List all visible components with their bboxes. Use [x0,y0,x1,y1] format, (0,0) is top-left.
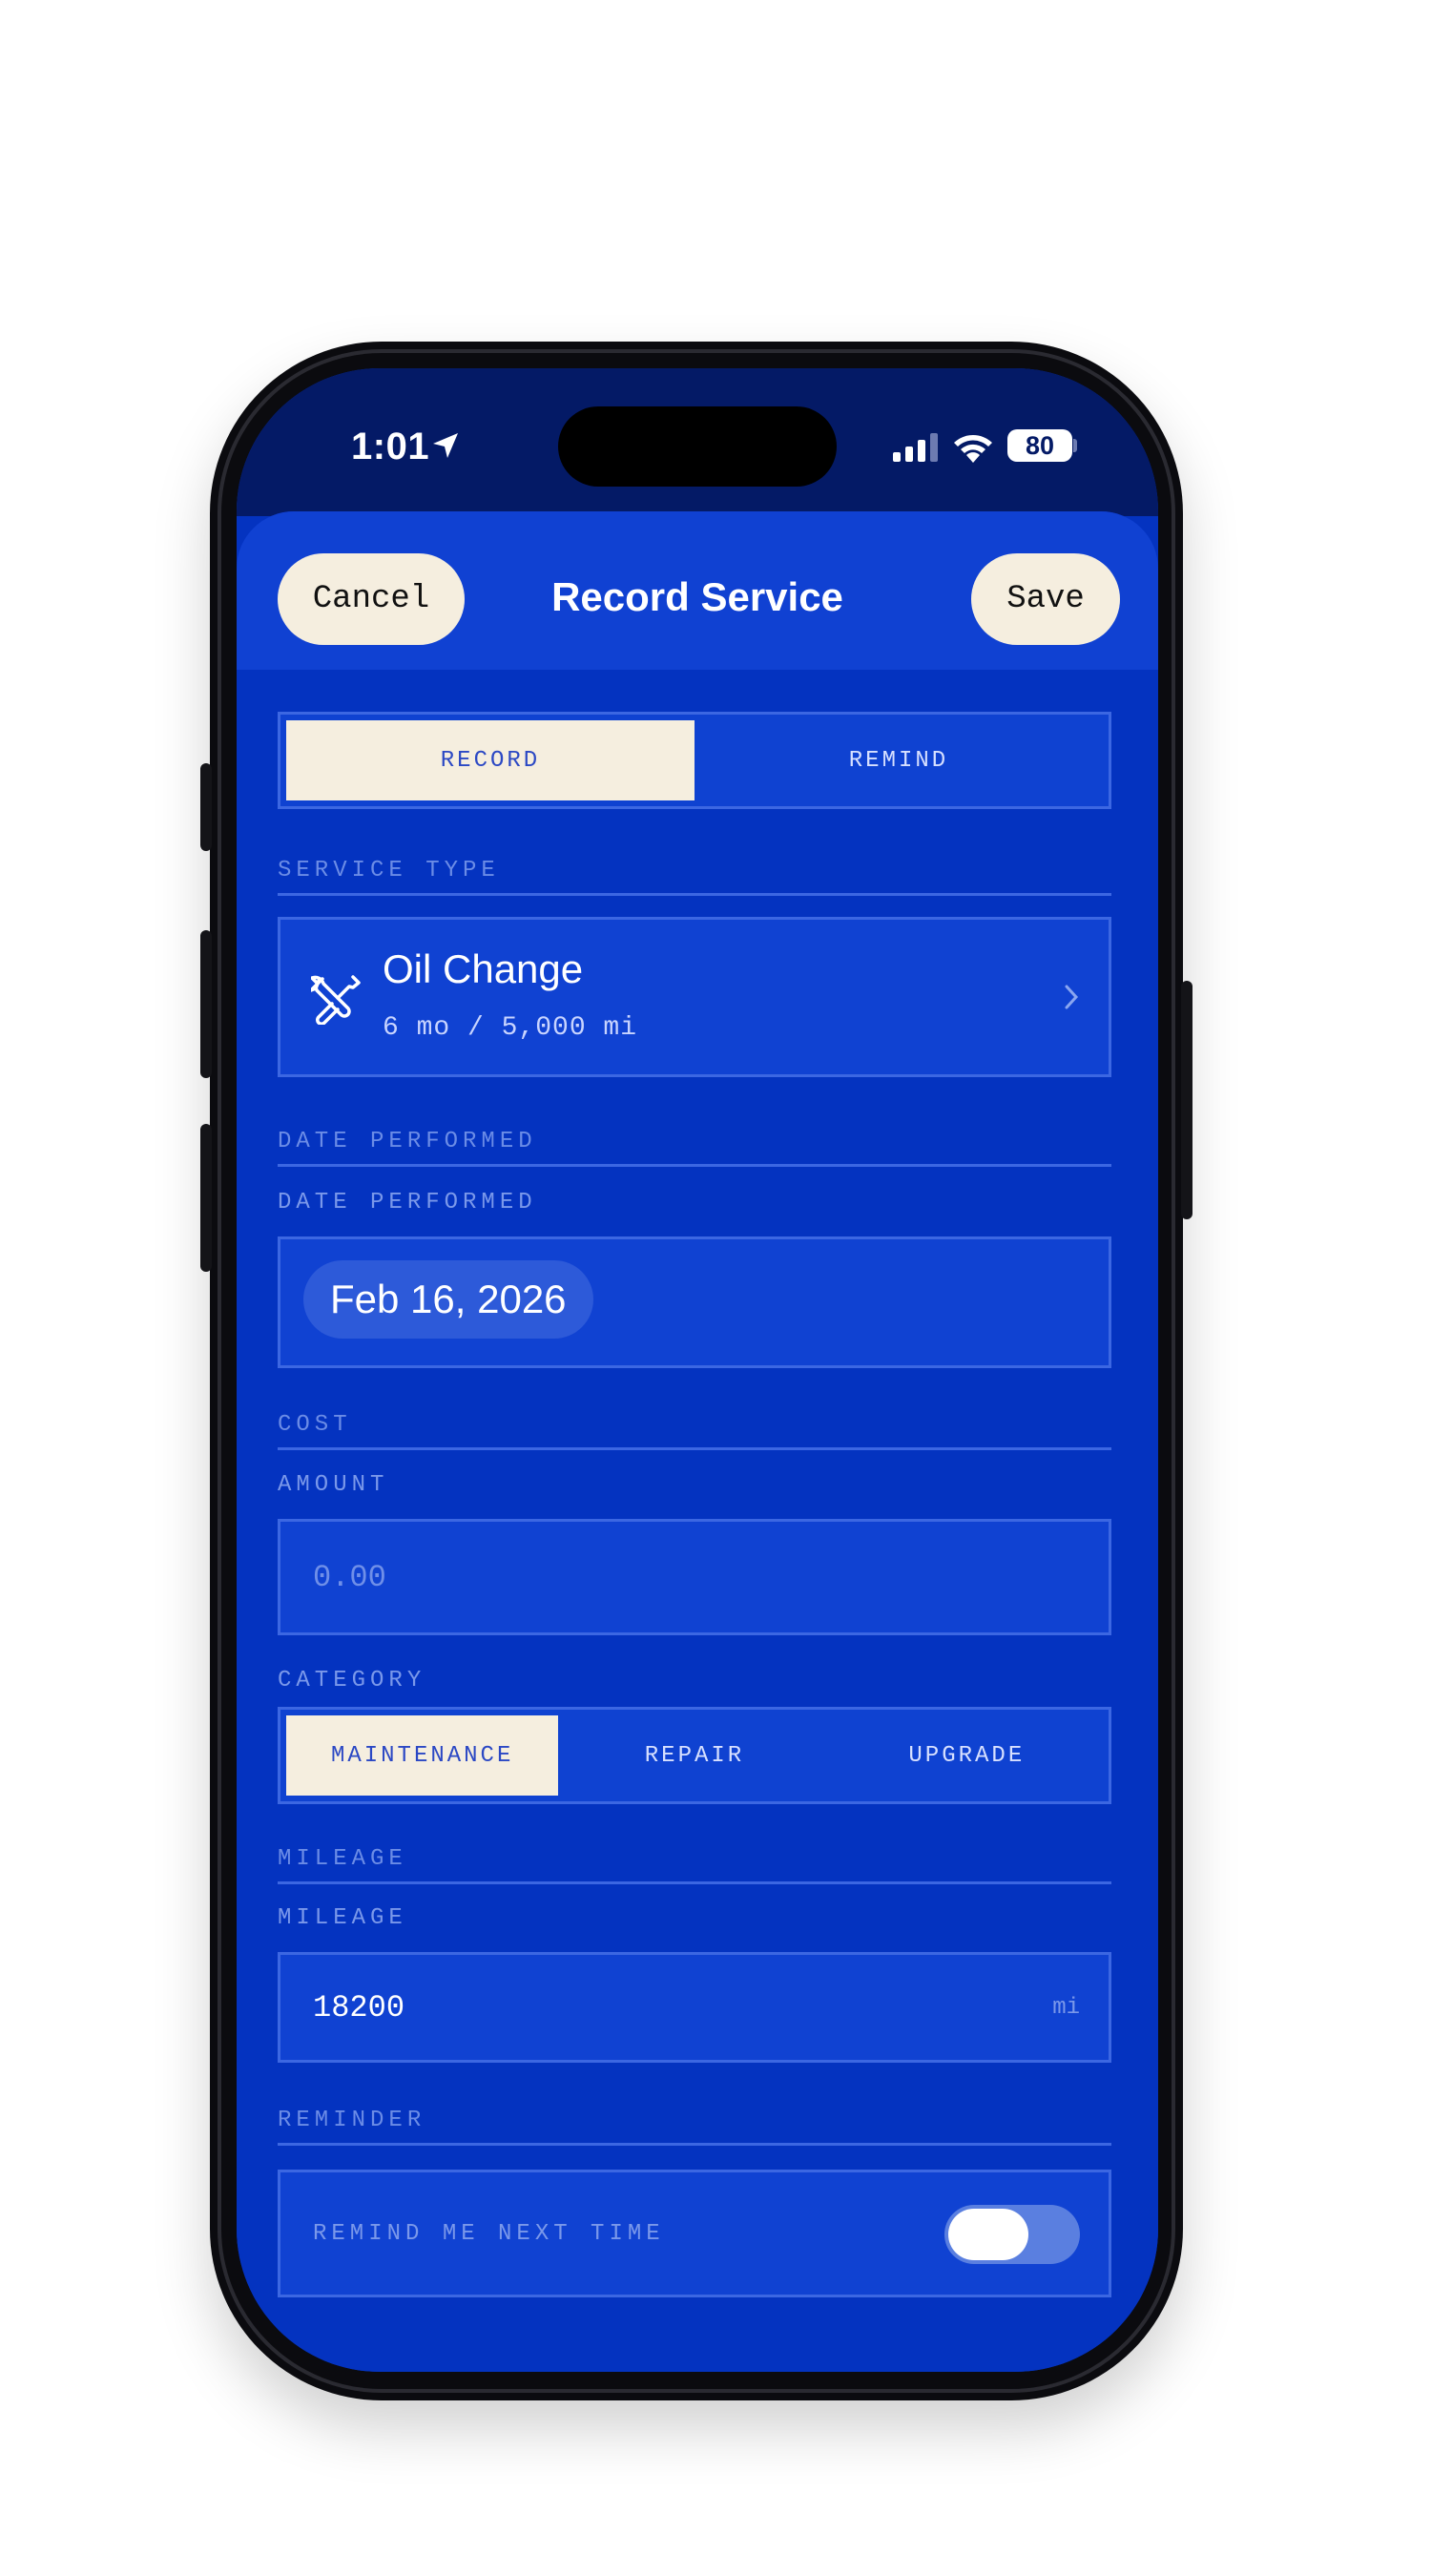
section-header-reminder: REMINDER [278,2108,1111,2146]
tab-record[interactable]: RECORD [286,720,695,800]
section-header-service-type: SERVICE TYPE [278,858,1111,896]
section-header-cost: COST [278,1412,1111,1450]
remind-me-label: REMIND ME NEXT TIME [313,2220,665,2247]
date-field-label: DATE PERFORMED [278,1190,537,1215]
amount-placeholder: 0.00 [313,1559,386,1595]
category-maintenance[interactable]: MAINTENANCE [286,1715,559,1796]
mileage-input[interactable]: 18200 mi [278,1952,1111,2063]
section-header-date: DATE PERFORMED [278,1129,1111,1167]
wifi-icon [954,435,992,463]
battery-cap [1073,439,1077,452]
mileage-value: 18200 [313,1989,405,2025]
tab-remind[interactable]: REMIND [695,720,1103,800]
remind-me-row: REMIND ME NEXT TIME [278,2170,1111,2297]
dynamic-island [558,406,837,487]
save-button[interactable]: Save [971,553,1120,645]
battery-indicator: 80 [1007,429,1072,462]
category-segmented-control: MAINTENANCE REPAIR UPGRADE [278,1707,1111,1804]
section-header-mileage: MILEAGE [278,1846,1111,1884]
record-service-sheet: Cancel Record Service Save RECORD REMIND… [237,511,1158,2372]
volume-up-button [200,930,212,1078]
amount-input[interactable]: 0.00 [278,1519,1111,1635]
status-bar: 1:01 80 [237,368,1158,516]
chevron-right-icon [1065,985,1079,1009]
screen: 1:01 80 Cancel Record Service Save RECOR… [237,368,1158,2372]
service-type-name: Oil Change [383,946,584,991]
toggle-knob [948,2209,1028,2260]
wrench-screwdriver-icon [311,975,361,1025]
category-repair[interactable]: REPAIR [558,1715,830,1796]
cellular-signal-icon [893,433,938,462]
remind-me-toggle[interactable] [944,2205,1080,2264]
date-field: Feb 16, 2026 [278,1236,1111,1368]
category-field-label: CATEGORY [278,1668,426,1693]
mileage-unit: mi [1052,1994,1080,2021]
action-button [200,763,212,851]
mode-segmented-control: RECORD REMIND [278,712,1111,809]
nav-bar: Cancel Record Service Save [237,511,1158,670]
service-type-picker[interactable]: Oil Change 6 mo / 5,000 mi [278,917,1111,1077]
service-type-interval: 6 mo / 5,000 mi [383,1013,638,1043]
status-time: 1:01 [351,426,430,467]
location-arrow-icon [433,433,458,458]
category-upgrade[interactable]: UPGRADE [831,1715,1103,1796]
date-picker-chip[interactable]: Feb 16, 2026 [303,1260,593,1339]
power-button [1181,981,1192,1219]
volume-down-button [200,1124,212,1272]
mileage-field-label: MILEAGE [278,1905,407,1931]
amount-field-label: AMOUNT [278,1472,389,1498]
